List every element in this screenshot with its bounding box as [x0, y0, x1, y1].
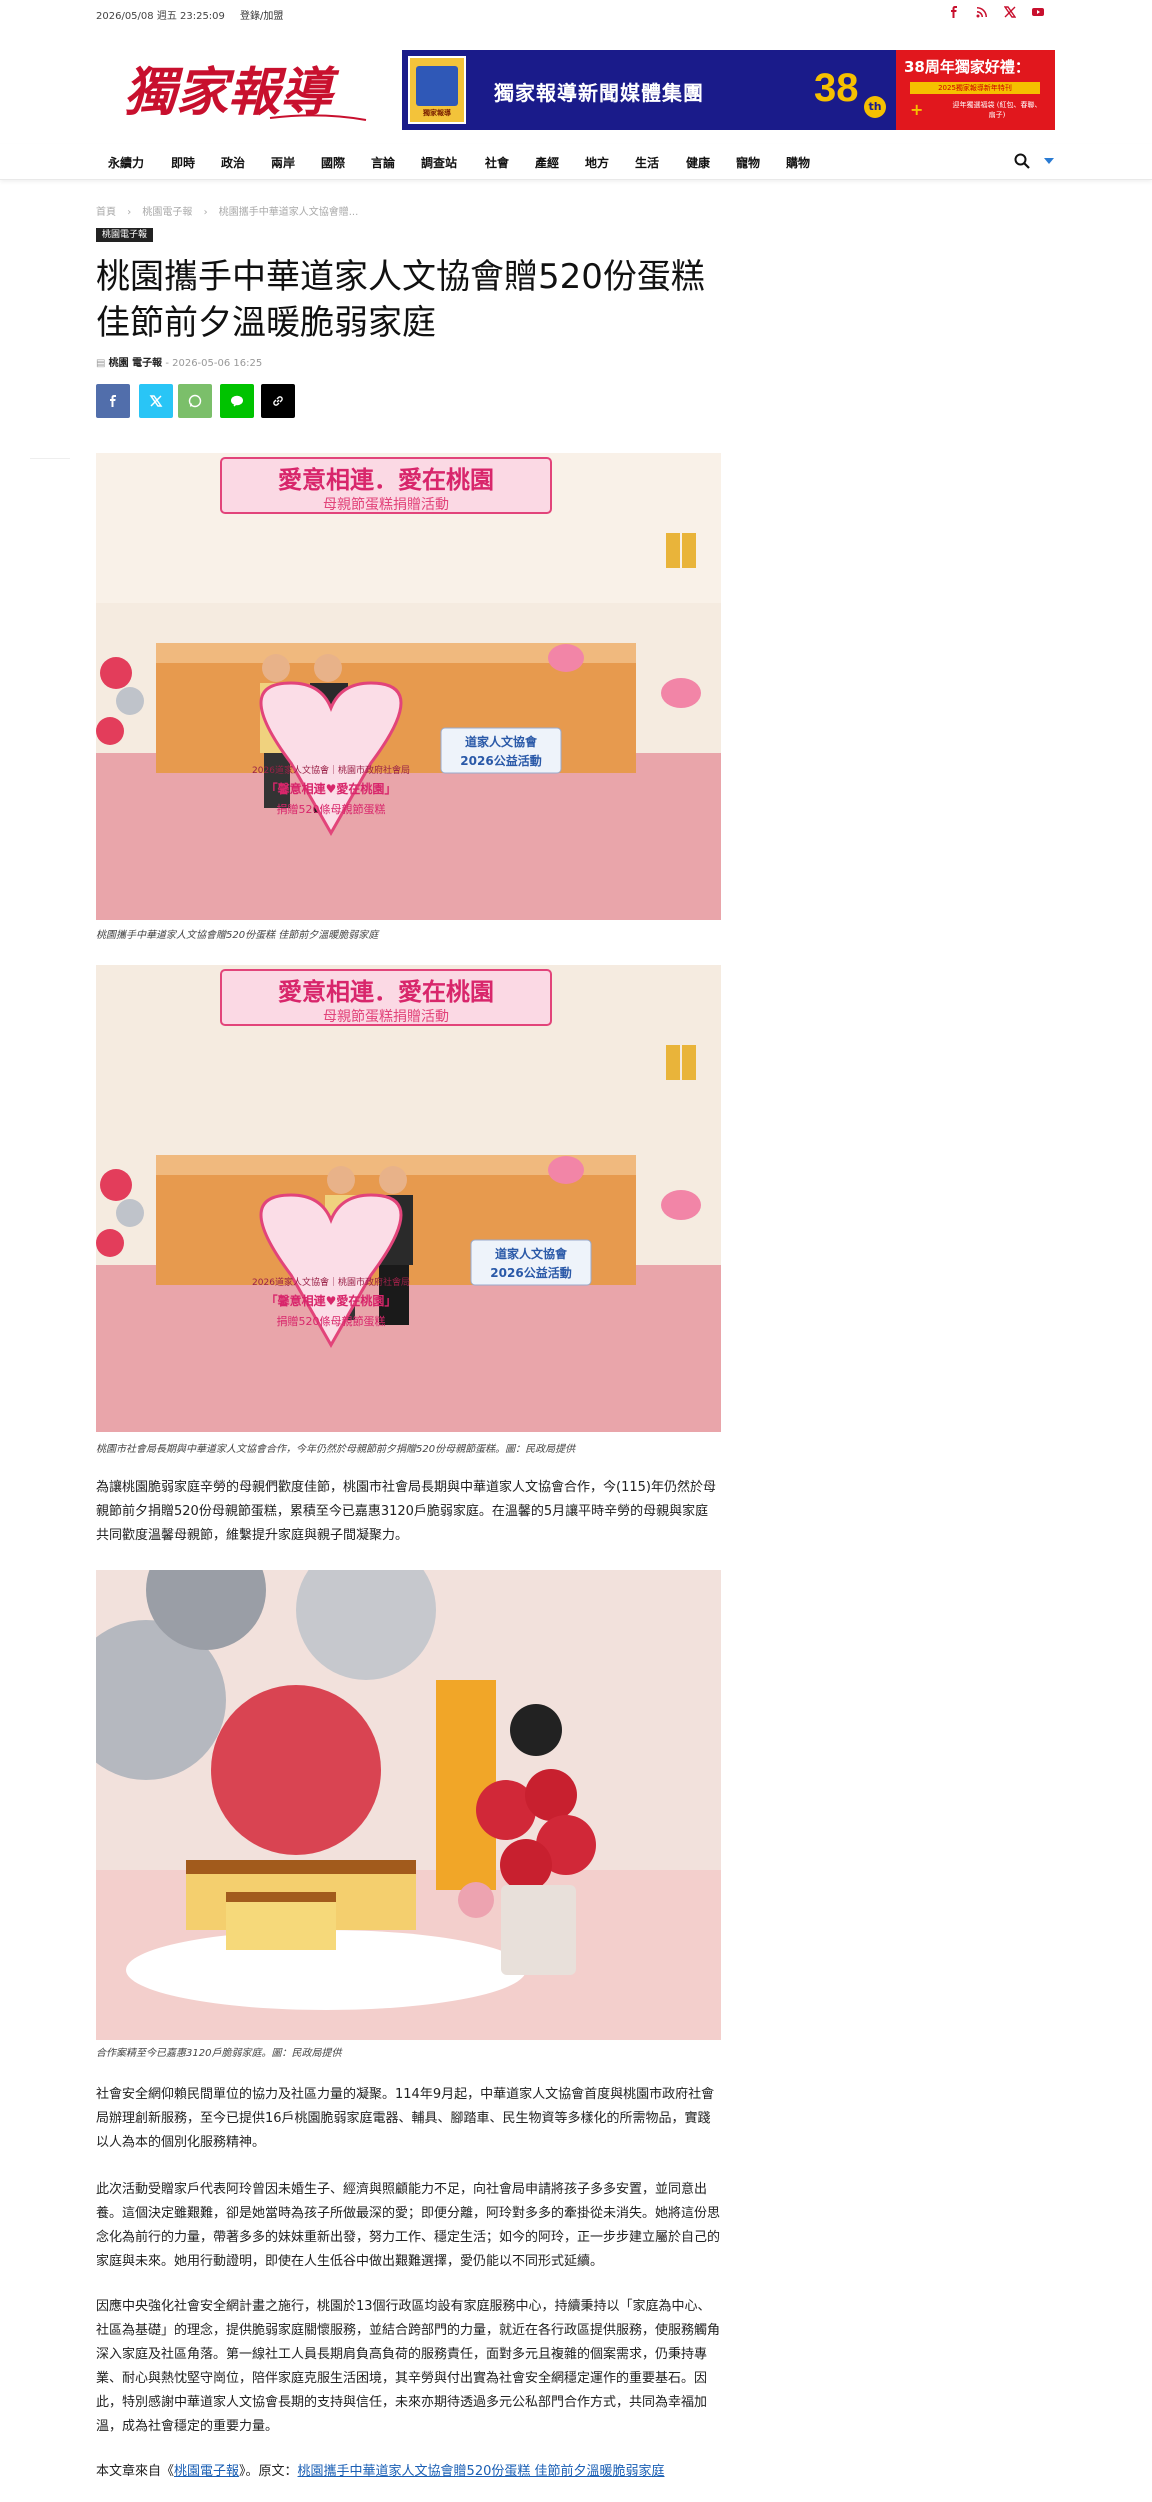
- breadcrumb-separator: ›: [127, 207, 132, 218]
- nav-item[interactable]: 生活: [635, 154, 659, 171]
- nav-item[interactable]: 兩岸: [271, 154, 295, 171]
- banner-magazine-cover: 獨家報導: [408, 56, 466, 124]
- article-paragraph-4: 因應中央強化社會安全網計畫之施行，桃園於13個行政區均設有家庭服務中心，持續秉持…: [96, 2299, 721, 2434]
- x-icon: [149, 395, 163, 407]
- nav-item[interactable]: 政治: [221, 154, 245, 171]
- scene-heart-line2: 「馨意相連♥愛在桃園」: [266, 781, 397, 796]
- banner-promo-plus: +: [910, 100, 924, 119]
- scene-sign-line2: 2026公益活動: [460, 753, 541, 768]
- breadcrumb-category[interactable]: 桃園電子報: [142, 207, 192, 218]
- share-facebook-button[interactable]: [96, 384, 130, 418]
- nav-item[interactable]: 國際: [321, 154, 345, 171]
- nav-item[interactable]: 購物: [786, 154, 810, 171]
- banner-promo-item2: 迎年獨選福袋 (紅包、春聯、扇子): [952, 101, 1042, 119]
- scene-sign-line1: 道家人文協會: [495, 1246, 568, 1261]
- nav-item[interactable]: 產經: [535, 154, 559, 171]
- nav-item[interactable]: 地方: [585, 154, 609, 171]
- scene-banner-text: 愛意相連．愛在桃園: [278, 466, 494, 494]
- scene-sign-line1: 道家人文協會: [465, 734, 538, 749]
- byline: ▤ 桃園 電子報 - 2026-05-06 16:25: [96, 358, 263, 369]
- facebook-icon: [110, 395, 116, 407]
- chevron-down-icon[interactable]: [1044, 158, 1054, 164]
- breadcrumb: 首頁 › 桃園電子報 › 桃園攜手中華道家人文協會贈...: [96, 203, 366, 218]
- top-bar: 2026/05/08 週五 23:25:09 登錄/加盟: [0, 0, 1152, 24]
- rss-icon[interactable]: [976, 6, 988, 18]
- category-tag[interactable]: 桃園電子報: [96, 228, 154, 242]
- nav-item[interactable]: 即時: [171, 154, 195, 171]
- banner-promo-heading: 38周年獨家好禮：: [904, 58, 1030, 76]
- source-article-link[interactable]: 桃園攜手中華道家人文協會贈520份蛋糕 佳節前夕溫暖脆弱家庭: [298, 2464, 665, 2479]
- scene-heart-line1: 2026道家人文協會｜桃園市政府社會局: [252, 1276, 410, 1288]
- article-title: 桃園攜手中華道家人文協會贈520份蛋糕 佳節前夕溫暖脆弱家庭: [96, 257, 705, 343]
- whatsapp-icon: [188, 394, 202, 408]
- divider: [30, 458, 70, 459]
- current-datetime: 2026/05/08 週五 23:25:09: [96, 11, 225, 22]
- source-line: 本文章來自《桃園電子報》。原文：桃園攜手中華道家人文協會贈520份蛋糕 佳節前夕…: [96, 2464, 665, 2479]
- scene-banner-text: 愛意相連．愛在桃園: [278, 978, 494, 1006]
- breadcrumb-current: 桃園攜手中華道家人文協會贈...: [218, 207, 359, 218]
- photo-3-caption: 合作案精至今已嘉惠3120戶脆弱家庭。圖：民政局提供: [96, 2048, 342, 2059]
- publish-date: 2026-05-06 16:25: [172, 358, 263, 369]
- article-photo-1: 愛意相連．愛在桃園 母親節蛋糕捐贈活動 2026道家人文協會｜桃園市政府社會局 …: [96, 453, 721, 920]
- nav-item[interactable]: 言論: [371, 154, 395, 171]
- search-icon[interactable]: [1013, 152, 1031, 170]
- logo-text: 獨家報導: [124, 62, 340, 123]
- breadcrumb-home[interactable]: 首頁: [96, 207, 116, 218]
- main-nav: 永續力 即時 政治 兩岸 國際 言論 調查站 社會 產經 地方 生活 健康 寵物…: [0, 144, 1152, 180]
- article-paragraph-2: 社會安全網仰賴民間單位的協力及社區力量的凝聚。114年9月起，中華道家人文協會首…: [96, 2087, 715, 2150]
- scene-banner-sub: 母親節蛋糕捐贈活動: [323, 496, 449, 513]
- share-line-button[interactable]: [220, 384, 254, 418]
- author-icon: ▤: [96, 358, 106, 369]
- login-link[interactable]: 登錄/加盟: [240, 7, 283, 22]
- banner-promo-item1: 2025獨家報導新年特刊: [910, 82, 1040, 94]
- scene-sign-line2: 2026公益活動: [490, 1265, 571, 1280]
- ad-banner[interactable]: 獨家報導 獨家報導新聞媒體集團 38 th 38周年獨家好禮： 2025獨家報導…: [402, 50, 1055, 130]
- article-paragraph-3: 此次活動受贈家戶代表阿玲曾因未婚生子、經濟與照顧能力不足，向社會局申請將孩子多多…: [96, 2182, 721, 2269]
- youtube-icon[interactable]: [1032, 6, 1044, 18]
- x-icon[interactable]: [1004, 6, 1016, 18]
- scene-heart-line1: 2026道家人文協會｜桃園市政府社會局: [252, 764, 410, 776]
- banner-title: 獨家報導新聞媒體集團: [494, 81, 704, 105]
- photo-1-caption: 桃園攜手中華道家人文協會贈520份蛋糕 佳節前夕溫暖脆弱家庭: [96, 930, 379, 941]
- banner-anniversary-suffix: th: [864, 96, 886, 118]
- nav-item[interactable]: 調查站: [421, 154, 457, 171]
- article-photo-2: 愛意相連．愛在桃園 母親節蛋糕捐贈活動 2026道家人文協會｜桃園市政府社會局 …: [96, 965, 721, 1432]
- author-name[interactable]: 桃園 電子報: [109, 358, 162, 369]
- article-photo-3: [96, 1570, 721, 2040]
- photo-2-caption: 桃園市社會局長期與中華道家人文協會合作，今年仍然於母親節前夕捐贈520份母親節蛋…: [96, 1444, 576, 1455]
- breadcrumb-separator: ›: [203, 207, 208, 218]
- banner-anniversary-number: 38: [814, 66, 859, 110]
- share-copy-link-button[interactable]: [261, 384, 295, 418]
- share-whatsapp-button[interactable]: [178, 384, 212, 418]
- nav-item[interactable]: 社會: [485, 154, 509, 171]
- share-x-button[interactable]: [139, 384, 173, 418]
- link-icon: [273, 396, 283, 406]
- scene-heart-line3: 捐贈520條母親節蛋糕: [277, 1314, 386, 1328]
- nav-item[interactable]: 永續力: [108, 154, 144, 171]
- line-icon: [231, 395, 243, 407]
- nav-item[interactable]: 健康: [686, 154, 710, 171]
- scene-heart-line3: 捐贈520條母親節蛋糕: [277, 802, 386, 816]
- facebook-icon[interactable]: [948, 6, 960, 18]
- nav-item[interactable]: 寵物: [736, 154, 760, 171]
- source-site-link[interactable]: 桃園電子報: [174, 2464, 239, 2479]
- site-logo[interactable]: 獨家報導: [120, 56, 372, 126]
- scene-heart-line2: 「馨意相連♥愛在桃園」: [266, 1293, 397, 1308]
- scene-banner-sub: 母親節蛋糕捐贈活動: [323, 1008, 449, 1025]
- article-paragraph-1: 為讓桃園脆弱家庭辛勞的母親們歡度佳節，桃園市社會局長期與中華道家人文協會合作，今…: [96, 1480, 716, 1543]
- banner-promo-panel: 38周年獨家好禮： 2025獨家報導新年特刊 + 迎年獨選福袋 (紅包、春聯、扇…: [896, 50, 1055, 130]
